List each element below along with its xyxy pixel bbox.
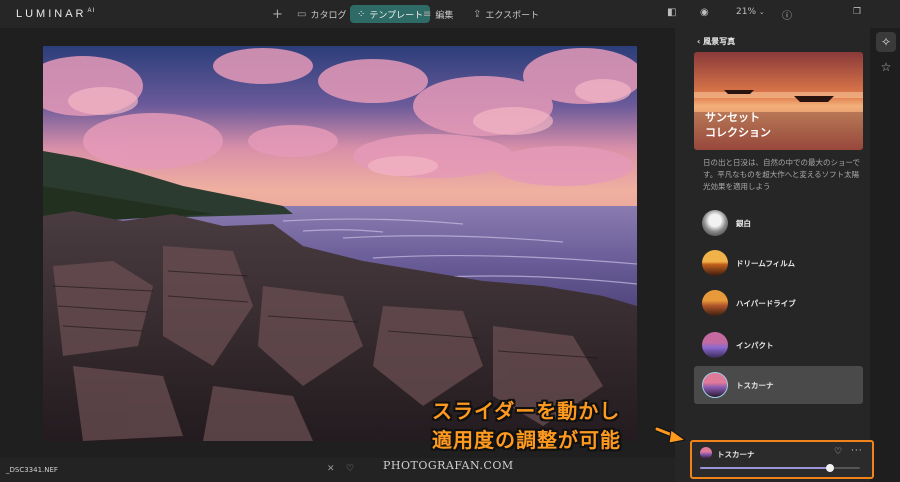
applied-preset-thumbnail (700, 447, 712, 459)
tab-export-label: エクスポート (485, 10, 540, 21)
file-name: _DSC3341.NEF (6, 466, 58, 474)
sparkle-icon: ⁘ (357, 8, 366, 20)
chevron-down-icon: ⌄ (758, 8, 765, 16)
preset-label: インパクト (736, 341, 774, 350)
back-button[interactable]: ‹ 風景写真 (697, 36, 735, 47)
tool-rail (870, 28, 900, 482)
amount-slider-knob[interactable] (825, 464, 834, 472)
collection-title: サンセット コレクション (705, 111, 771, 139)
tab-templates[interactable]: ⁘ テンプレート (350, 5, 431, 23)
preset-label: トスカーナ (736, 381, 774, 390)
tab-catalog-label: カタログ (310, 10, 347, 21)
info-icon[interactable]: ⓘ (782, 7, 792, 22)
folder-icon: ▭ (297, 8, 307, 20)
plus-icon: + (272, 6, 283, 22)
annotation-line-1: スライダーを動かし (432, 399, 621, 423)
preset-item[interactable]: 銀白 (694, 204, 863, 242)
star-icon[interactable]: ☆ (876, 57, 896, 77)
preset-thumbnail (702, 210, 728, 236)
bottom-bar (0, 458, 675, 482)
tab-export[interactable]: ⇪ エクスポート (473, 5, 539, 23)
preset-thumbnail (702, 290, 728, 316)
preset-item[interactable]: インパクト (694, 326, 863, 364)
tab-edit-label: 編集 (435, 10, 454, 21)
compare-icon[interactable]: ◧ (667, 7, 676, 18)
main-photo (43, 46, 637, 441)
zoom-select[interactable]: 21% ⌄ (736, 7, 765, 17)
tab-edit[interactable]: ≡ 編集 (423, 5, 453, 23)
preset-label: ハイパードライブ (736, 299, 796, 308)
app-logo: LUMINARAI (16, 8, 95, 20)
amount-slider-track[interactable] (700, 464, 860, 472)
reject-icon[interactable]: ✕ (327, 464, 335, 474)
watermark: PHOTOGRAFAN.COM (383, 459, 514, 472)
chevron-left-icon: ‹ (697, 37, 701, 46)
preset-label: 銀白 (736, 219, 751, 228)
applied-preset-label: トスカーナ (717, 450, 755, 459)
tab-templates-label: テンプレート (369, 10, 424, 21)
window-icon[interactable]: ❐ (853, 7, 861, 17)
arrow-icon (655, 426, 687, 444)
zoom-value: 21% (736, 7, 757, 17)
category-title: 風景写真 (703, 37, 736, 46)
tab-catalog[interactable]: ▭ カタログ (297, 5, 346, 23)
heart-icon[interactable]: ♡ (834, 447, 842, 457)
more-icon[interactable]: ··· (851, 446, 863, 456)
eye-icon[interactable]: ◉ (700, 7, 709, 18)
applied-preset-slider: トスカーナ ♡ ··· (690, 440, 874, 479)
annotation-line-2: 適用度の調整が可能 (432, 428, 621, 452)
preset-item[interactable]: ハイパードライブ (694, 284, 863, 322)
favorite-heart-icon[interactable]: ♡ (346, 464, 354, 474)
amount-slider-fill (700, 467, 830, 469)
preset-thumbnail (702, 372, 728, 398)
collection-description: 日の出と日没は、自然の中での最大のショーです。平凡なものを超大作へと変えるソフト… (703, 158, 861, 191)
preset-item-selected[interactable]: トスカーナ (694, 366, 863, 404)
sliders-icon: ≡ (423, 8, 432, 20)
magic-wand-icon[interactable]: ✧ (876, 32, 896, 52)
preset-item[interactable]: ドリームフィルム (694, 244, 863, 282)
logo-suffix: AI (87, 8, 96, 15)
logo-text: LUMINAR (16, 8, 87, 20)
export-icon: ⇪ (473, 8, 482, 20)
add-button[interactable]: + (272, 5, 283, 23)
preset-thumbnail (702, 332, 728, 358)
preset-thumbnail (702, 250, 728, 276)
preset-label: ドリームフィルム (736, 259, 796, 268)
